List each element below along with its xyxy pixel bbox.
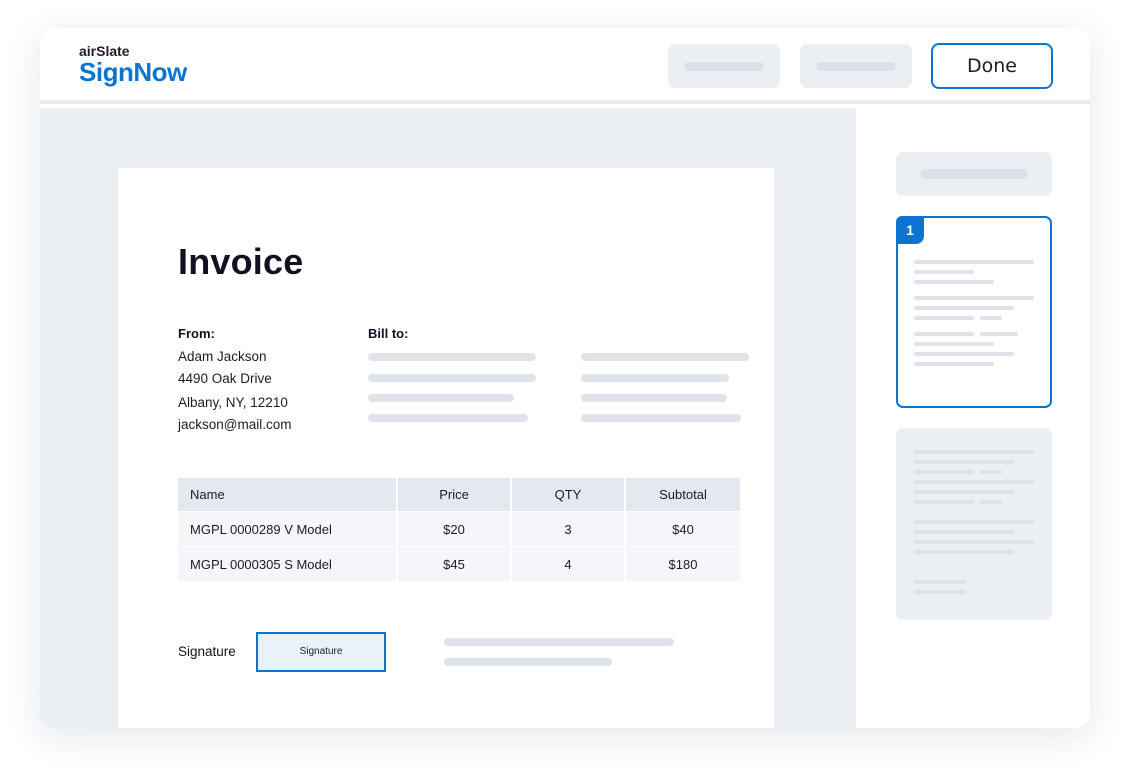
thumbnail-line (914, 590, 966, 594)
logo-airslate-text: airSlate (79, 43, 130, 59)
thumbnail-line (914, 580, 966, 584)
bill-to-placeholder-line (581, 414, 741, 422)
column-header-name: Name (178, 478, 396, 511)
brand-logo: airSlate SignNow (79, 44, 187, 86)
button-placeholder-bar (920, 169, 1028, 179)
thumbnail-line (914, 550, 1014, 554)
thumbnail-line (980, 316, 1002, 320)
page-thumbnail-1[interactable]: 1 (896, 216, 1052, 408)
bill-to-placeholder-line (581, 394, 727, 402)
cell-name: MGPL 0000305 S Model (178, 547, 396, 581)
footer-placeholder-line (444, 638, 674, 646)
cell-subtotal: $180 (626, 547, 740, 581)
thumbnail-line (914, 460, 1014, 464)
bill-to-placeholder-line (368, 374, 536, 382)
thumbnail-line (914, 270, 974, 274)
from-city: Albany, NY, 12210 (178, 395, 288, 410)
table-row: MGPL 0000305 S Model $45 4 $180 (178, 547, 740, 581)
signature-field[interactable]: Signature (256, 632, 386, 672)
page-number-badge: 1 (896, 216, 924, 244)
thumbnail-line (914, 352, 1014, 356)
invoice-title: Invoice (178, 241, 304, 282)
cell-price: $45 (398, 547, 510, 581)
cell-qty: 3 (512, 512, 624, 546)
toolbar-placeholder-button-2[interactable] (800, 44, 912, 88)
from-name: Adam Jackson (178, 349, 267, 364)
document-canvas: Invoice From: Bill to: Adam Jackson 4490… (40, 108, 856, 728)
bill-to-placeholder-line (368, 414, 528, 422)
thumbnail-line (914, 306, 1014, 310)
header-bar: airSlate SignNow Done (40, 28, 1090, 104)
thumbnail-line (914, 520, 1034, 524)
bill-to-placeholder-line (368, 353, 536, 361)
table-header-row: Name Price QTY Subtotal (178, 478, 740, 511)
invoice-table: Name Price QTY Subtotal MGPL 0000289 V M… (178, 478, 740, 582)
thumbnail-line (914, 540, 1034, 544)
button-placeholder-bar (816, 62, 896, 71)
bill-to-placeholder-line (581, 374, 729, 382)
done-button[interactable]: Done (931, 43, 1053, 89)
thumbnail-line (914, 332, 974, 336)
bill-to-placeholder-line (581, 353, 749, 361)
bill-to-placeholder-line (368, 394, 514, 402)
bill-to-label: Bill to: (368, 326, 409, 341)
thumbnail-line (980, 500, 1002, 504)
thumbnail-line (914, 480, 1034, 484)
thumbnail-line (914, 296, 1034, 300)
toolbar-placeholder-button-1[interactable] (668, 44, 780, 88)
thumbnail-line (914, 500, 974, 504)
from-label: From: (178, 326, 215, 341)
thumbnail-line (914, 260, 1034, 264)
cell-name: MGPL 0000289 V Model (178, 512, 396, 546)
thumbnail-line (914, 362, 994, 366)
cell-price: $20 (398, 512, 510, 546)
thumbnail-line (914, 342, 994, 346)
cell-subtotal: $40 (626, 512, 740, 546)
cell-qty: 4 (512, 547, 624, 581)
thumbnail-line (914, 450, 1034, 454)
table-row: MGPL 0000289 V Model $20 3 $40 (178, 512, 740, 546)
button-placeholder-bar (684, 62, 764, 71)
column-header-subtotal: Subtotal (626, 478, 740, 511)
logo-signnow-text: SignNow (79, 57, 187, 87)
app-window: airSlate SignNow Done Invoice From: Bill… (40, 28, 1090, 728)
column-header-qty: QTY (512, 478, 624, 511)
from-street: 4490 Oak Drive (178, 371, 272, 386)
column-header-price: Price (398, 478, 510, 511)
from-email: jackson@mail.com (178, 417, 292, 432)
thumbnail-line (914, 280, 994, 284)
thumbnail-line (980, 470, 1002, 474)
page-thumbnails-panel: 1 (856, 108, 1090, 728)
thumbnail-line (914, 316, 974, 320)
invoice-page: Invoice From: Bill to: Adam Jackson 4490… (118, 168, 774, 728)
panel-placeholder-button[interactable] (896, 152, 1052, 196)
page-thumbnail-2[interactable] (896, 428, 1052, 620)
thumbnail-line (914, 530, 1014, 534)
thumbnail-line (914, 470, 974, 474)
signature-label: Signature (178, 644, 236, 659)
thumbnail-line (914, 490, 1014, 494)
footer-placeholder-line (444, 658, 612, 666)
thumbnail-line (980, 332, 1018, 336)
